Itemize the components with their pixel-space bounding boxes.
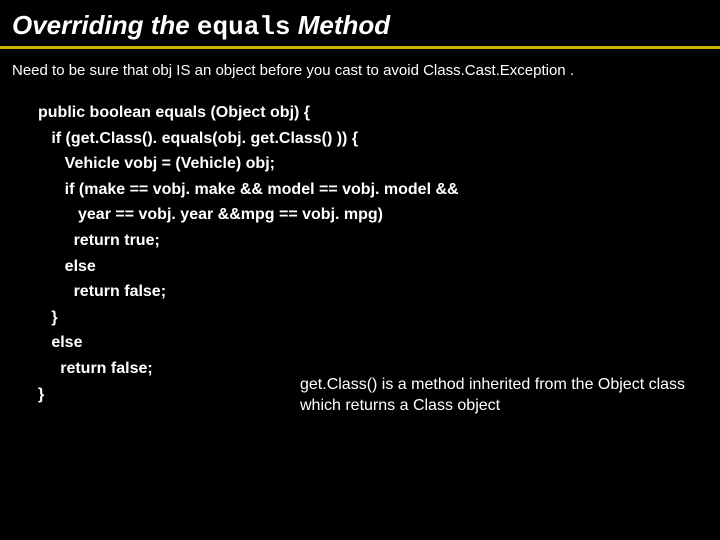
slide-title: Overriding the equals Method xyxy=(12,10,390,42)
code-line: Vehicle vobj = (Vehicle) obj; xyxy=(38,151,678,177)
code-line: else xyxy=(38,254,678,280)
title-part1: Overriding the xyxy=(12,10,197,40)
code-line: return true; xyxy=(38,228,678,254)
code-line: if (make == vobj. make && model == vobj.… xyxy=(38,177,678,203)
code-line: } xyxy=(38,305,678,331)
slide: Overriding the equals Method Need to be … xyxy=(0,0,720,540)
code-block: public boolean equals (Object obj) { if … xyxy=(38,100,678,407)
subtitle-note: Need to be sure that obj IS an object be… xyxy=(12,62,708,79)
title-part2: Method xyxy=(291,10,391,40)
code-line: year == vobj. year &&mpg == vobj. mpg) xyxy=(38,202,678,228)
side-note: get.Class() is a method inherited from t… xyxy=(300,375,700,417)
title-mono: equals xyxy=(197,12,291,42)
code-line: if (get.Class(). equals(obj. get.Class()… xyxy=(38,126,678,152)
code-line: else xyxy=(38,330,678,356)
title-underline xyxy=(0,46,720,49)
code-line: public boolean equals (Object obj) { xyxy=(38,100,678,126)
code-line: return false; xyxy=(38,279,678,305)
